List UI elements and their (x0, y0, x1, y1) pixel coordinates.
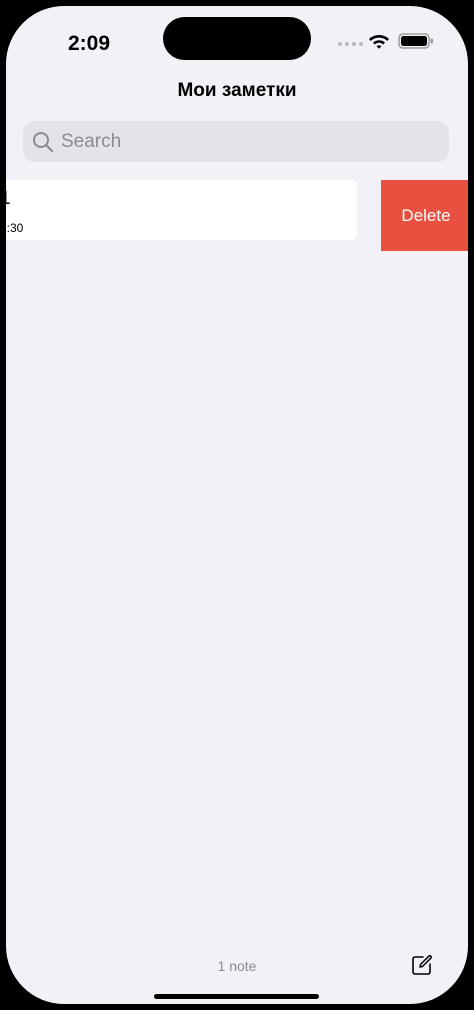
note-timestamp: 3:30 (6, 221, 24, 235)
status-time: 2:09 (68, 32, 111, 55)
note-count: 1 note (217, 958, 257, 974)
search-bar[interactable] (23, 121, 449, 162)
phone-frame: 2:09 Мои заметки 1 3:30 Delete (0, 0, 474, 1010)
search-icon (33, 132, 54, 153)
dynamic-island (163, 17, 311, 60)
app-screen: 2:09 Мои заметки 1 3:30 Delete (6, 6, 468, 1004)
wifi-icon (369, 35, 389, 49)
delete-button[interactable]: Delete (381, 180, 468, 251)
note-title: 1 (6, 188, 11, 210)
search-input[interactable] (59, 121, 439, 162)
note-list-item[interactable]: 1 3:30 (6, 180, 357, 240)
home-indicator[interactable] (154, 994, 319, 999)
compose-icon[interactable] (411, 954, 433, 976)
battery-icon (398, 33, 433, 49)
page-title: Мои заметки (177, 80, 297, 101)
cellular-signal-icon (338, 42, 363, 46)
